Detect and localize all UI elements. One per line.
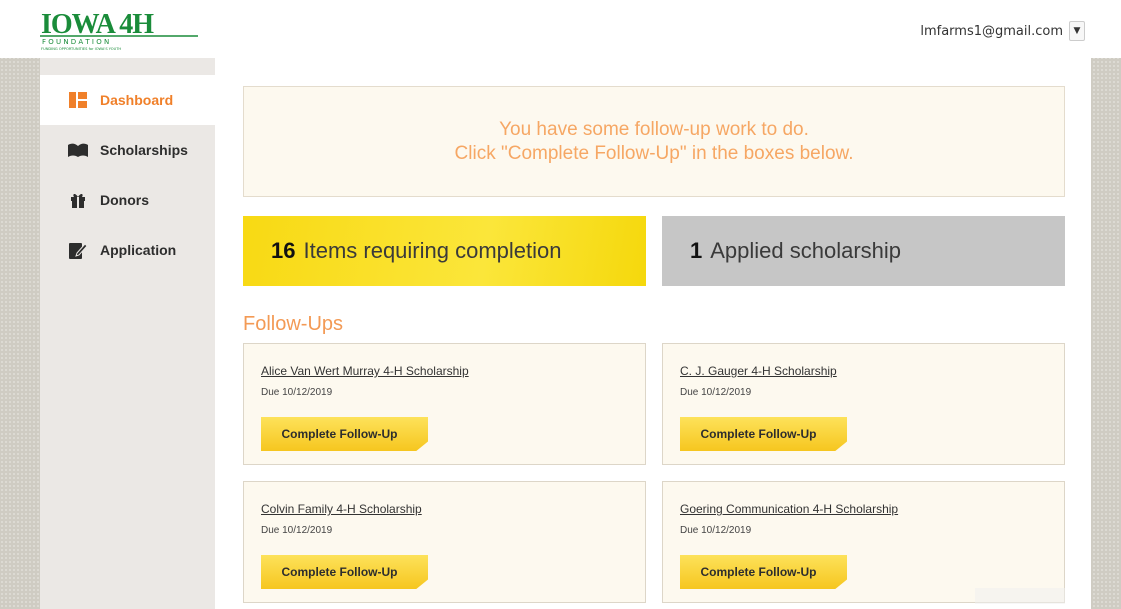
user-email[interactable]: lmfarms1@gmail.com [920,24,1063,39]
alert-line-1: You have some follow-up work to do. [499,118,809,140]
edit-form-icon [68,241,88,259]
due-date: Due 10/12/2019 [680,525,752,536]
sidebar-item-label: Dashboard [100,92,174,108]
sidebar-item-label: Scholarships [100,142,188,158]
complete-follow-up-button[interactable]: Complete Follow-Up [680,417,847,451]
scholarship-link[interactable]: C. J. Gauger 4-H Scholarship [680,364,837,378]
applied-label: Applied scholarship [710,238,902,263]
sidebar-item-label: Donors [100,192,149,208]
dashboard-icon [68,91,88,109]
logo-sub-text: F O U N D A T I O N [42,38,109,46]
due-date: Due 10/12/2019 [261,525,333,536]
items-requiring-completion-tile[interactable]: 16 Items requiring completion [243,216,646,286]
top-header: IOWA 4H F O U N D A T I O N FUNDING OPPO… [0,0,1121,58]
follow-up-card: Alice Van Wert Murray 4-H Scholarship Du… [243,343,646,465]
sidebar: Dashboard Scholarships Donors Applicatio… [40,58,215,609]
scholarship-link[interactable]: Alice Van Wert Murray 4-H Scholarship [261,364,469,378]
sidebar-item-dashboard[interactable]: Dashboard [40,75,215,125]
complete-follow-up-button[interactable]: Complete Follow-Up [261,417,428,451]
follow-up-card: Goering Communication 4-H Scholarship Du… [662,481,1065,603]
dashboard-main: You have some follow-up work to do. Clic… [243,86,1065,603]
logo-tag-text: FUNDING OPPORTUNITIES for IOWA'S YOUTH [41,47,121,51]
chevron-down-icon[interactable]: ▼ [1069,21,1085,41]
complete-follow-up-button[interactable]: Complete Follow-Up [261,555,428,589]
sidebar-item-scholarships[interactable]: Scholarships [40,125,215,175]
follow-up-card: C. J. Gauger 4-H Scholarship Due 10/12/2… [662,343,1065,465]
open-book-icon [68,141,88,159]
sidebar-item-donors[interactable]: Donors [40,175,215,225]
applied-scholarship-tile[interactable]: 1 Applied scholarship [662,216,1065,286]
follow-up-card: Colvin Family 4-H Scholarship Due 10/12/… [243,481,646,603]
user-menu[interactable]: lmfarms1@gmail.com ▼ [920,20,1085,42]
iowa-4h-foundation-logo[interactable]: IOWA 4H F O U N D A T I O N FUNDING OPPO… [40,9,198,51]
alert-line-2: Click "Complete Follow-Up" in the boxes … [454,142,854,164]
sidebar-item-label: Application [100,242,177,258]
scholarship-link[interactable]: Goering Communication 4-H Scholarship [680,502,898,516]
due-date: Due 10/12/2019 [680,387,752,398]
sidebar-item-application[interactable]: Application [40,225,215,275]
faded-overlay [975,588,1065,604]
due-date: Due 10/12/2019 [261,387,333,398]
stats-row: 16 Items requiring completion 1 Applied … [243,216,1065,286]
follow-ups-heading: Follow-Ups [243,313,344,335]
items-label: Items requiring completion [303,238,562,263]
applied-count: 1 [690,238,703,263]
follow-up-alert: You have some follow-up work to do. Clic… [243,86,1065,197]
complete-follow-up-button[interactable]: Complete Follow-Up [680,555,847,589]
items-count: 16 [271,238,296,263]
scholarship-link[interactable]: Colvin Family 4-H Scholarship [261,502,422,516]
gift-icon [68,191,88,209]
